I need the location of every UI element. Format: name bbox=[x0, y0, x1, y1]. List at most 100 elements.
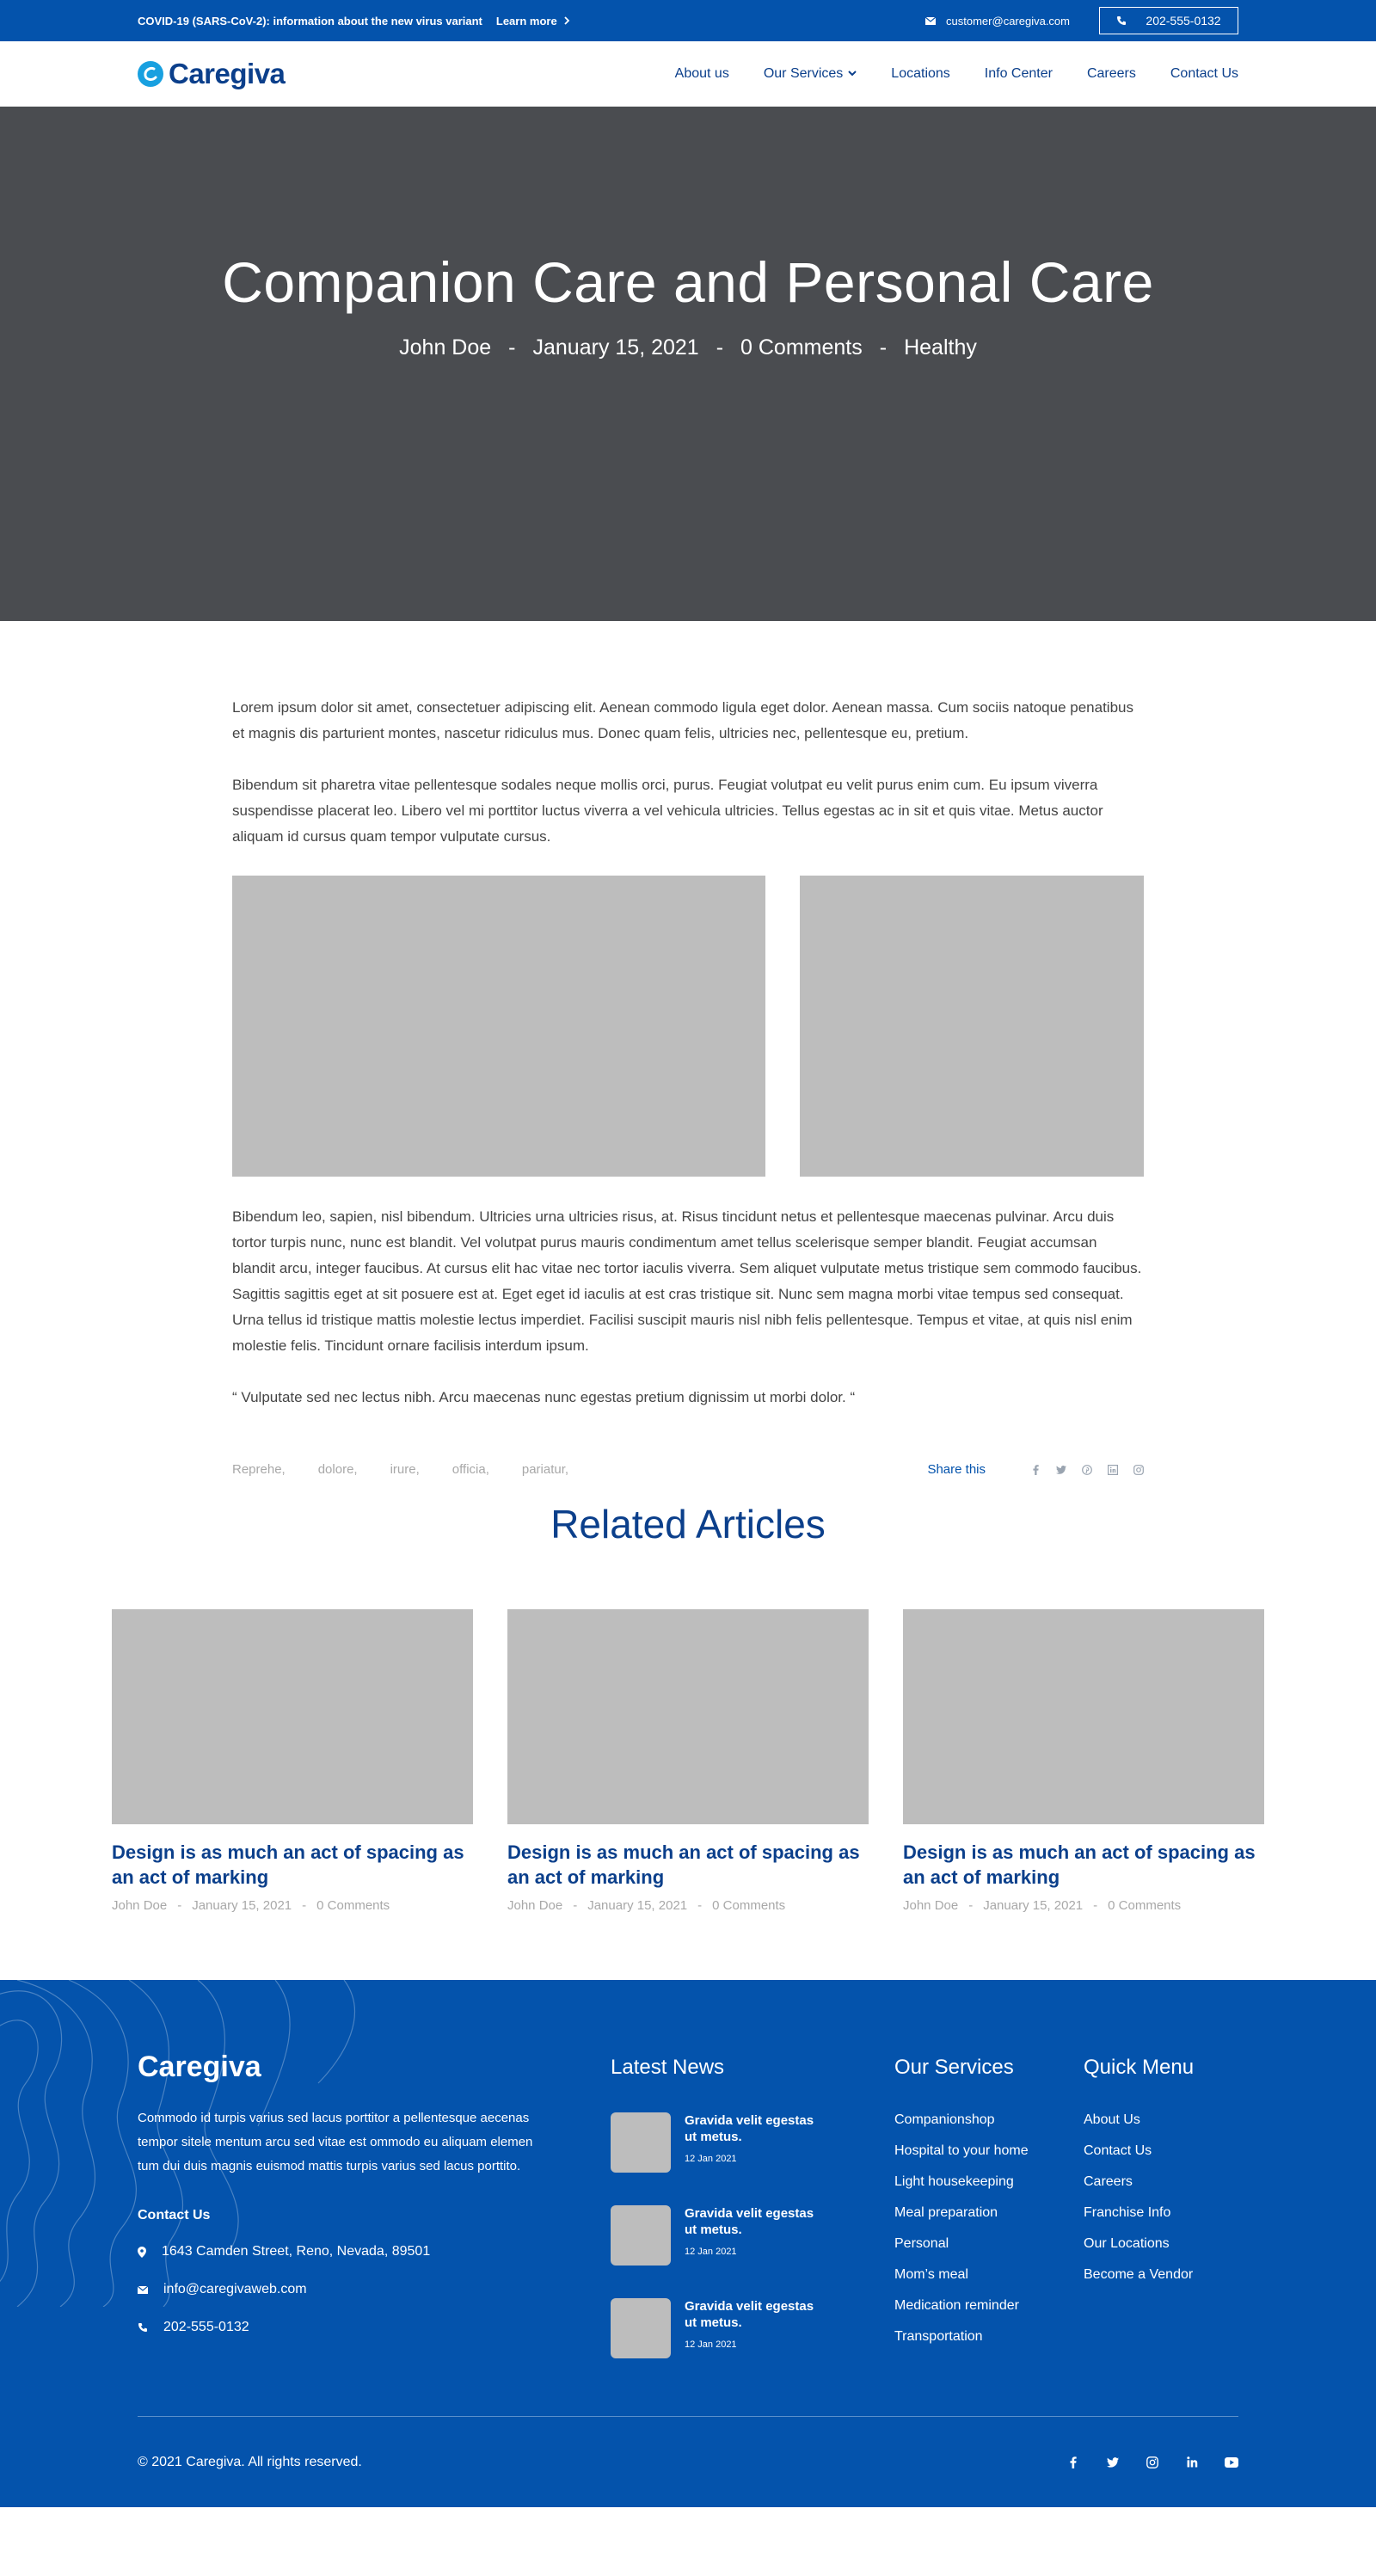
meta-separator: - bbox=[716, 335, 724, 360]
footer-menu-link[interactable]: Become a Vendor bbox=[1084, 2267, 1194, 2298]
footer-menu-link[interactable]: Careers bbox=[1084, 2174, 1194, 2205]
footer-service-link[interactable]: Meal preparation bbox=[894, 2205, 1084, 2236]
post-category[interactable]: Healthy bbox=[904, 335, 977, 360]
article-card-title[interactable]: Design is as much an act of spacing as a… bbox=[903, 1840, 1264, 1890]
footer-menu-title: Quick Menu bbox=[1084, 2056, 1195, 2079]
footer-email-text: info@caregivaweb.com bbox=[163, 2282, 307, 2296]
topbar-email[interactable]: customer@caregiva.com bbox=[925, 15, 1070, 28]
article-paragraph: Bibendum leo, sapien, nisl bibendum. Ult… bbox=[232, 1208, 1142, 1354]
pinterest-icon[interactable] bbox=[1082, 1464, 1092, 1475]
news-thumbnail bbox=[611, 2112, 671, 2173]
facebook-icon[interactable] bbox=[1030, 1464, 1041, 1475]
chevron-down-icon bbox=[848, 71, 857, 77]
envelope-icon bbox=[138, 2285, 148, 2294]
post-date: January 15, 2021 bbox=[532, 335, 699, 360]
footer-phone[interactable]: 202-555-0132 bbox=[138, 2318, 611, 2337]
article-paragraph: Bibendum sit pharetra vitae pellentesque… bbox=[232, 777, 1103, 845]
site-header: Caregiva About us Our Services Locations… bbox=[0, 41, 1376, 107]
news-title: Gravida velit egestas ut metus. bbox=[685, 2206, 814, 2237]
footer-service-link[interactable]: Companionshop bbox=[894, 2112, 1084, 2143]
article-card-date: January 15, 2021 bbox=[192, 1898, 292, 1913]
phone-icon bbox=[1116, 15, 1127, 26]
topbar-phone-text: 202-555-0132 bbox=[1146, 14, 1221, 28]
footer-contact-title: Contact Us bbox=[138, 2208, 211, 2222]
article-card-author: John Doe bbox=[112, 1898, 168, 1913]
nav-contact-us[interactable]: Contact Us bbox=[1170, 66, 1238, 82]
tag[interactable]: irure, bbox=[390, 1462, 420, 1477]
footer-menu-link[interactable]: Contact Us bbox=[1084, 2143, 1194, 2174]
tag[interactable]: Reprehe, bbox=[232, 1462, 286, 1477]
announcement: COVID-19 (SARS-CoV-2): information about… bbox=[138, 15, 570, 28]
twitter-icon[interactable] bbox=[1056, 1465, 1066, 1475]
hero-banner: Companion Care and Personal Care John Do… bbox=[0, 107, 1376, 621]
nav-about-us[interactable]: About us bbox=[675, 66, 729, 82]
envelope-icon bbox=[925, 16, 937, 25]
footer-menu-link[interactable]: Our Locations bbox=[1084, 2236, 1194, 2267]
nav-label: Careers bbox=[1086, 65, 1136, 81]
news-date: 12 Jan 2021 bbox=[685, 2247, 737, 2257]
nav-locations[interactable]: Locations bbox=[891, 66, 950, 82]
footer-address-text: 1643 Camden Street, Reno, Nevada, 89501 bbox=[162, 2244, 431, 2259]
footer-latest-news: Latest News Gravida velit egestas ut met… bbox=[611, 2050, 894, 2360]
related-articles: Related Articles Design is as much an ac… bbox=[0, 1501, 1376, 1913]
footer-service-link[interactable]: Light housekeeping bbox=[894, 2174, 1084, 2205]
facebook-icon[interactable] bbox=[1066, 2456, 1080, 2469]
footer-menu-link[interactable]: About Us bbox=[1084, 2112, 1194, 2143]
topbar-phone-button[interactable]: 202-555-0132 bbox=[1099, 7, 1238, 34]
nav-info-center[interactable]: Info Center bbox=[985, 66, 1053, 82]
instagram-icon[interactable] bbox=[1133, 1464, 1144, 1475]
post-author[interactable]: John Doe bbox=[399, 335, 491, 360]
article-card[interactable]: Design is as much an act of spacing as a… bbox=[507, 1609, 869, 1913]
footer-service-link[interactable]: Mom’s meal bbox=[894, 2267, 1084, 2298]
footer-address: 1643 Camden Street, Reno, Nevada, 89501 bbox=[138, 2242, 611, 2261]
footer-service-link[interactable]: Medication reminder bbox=[894, 2298, 1084, 2329]
linkedin-icon[interactable] bbox=[1108, 1464, 1118, 1475]
footer-email[interactable]: info@caregivaweb.com bbox=[138, 2280, 611, 2299]
twitter-icon[interactable] bbox=[1106, 2456, 1120, 2469]
article-card-meta: John Doe - January 15, 2021- 0 Comments bbox=[507, 1898, 869, 1913]
post-comments[interactable]: 0 Comments bbox=[740, 335, 863, 360]
footer-service-link[interactable]: Transportation bbox=[894, 2329, 1084, 2360]
footer-services: Our Services Companionshop Hospital to y… bbox=[894, 2050, 1084, 2360]
nav-label: Contact Us bbox=[1170, 65, 1238, 81]
logo-text: Caregiva bbox=[169, 57, 286, 89]
social-links bbox=[1066, 2456, 1238, 2469]
learn-more-link[interactable]: Learn more bbox=[496, 15, 570, 28]
news-title: Gravida velit egestas ut metus. bbox=[685, 2113, 814, 2144]
nav-our-services[interactable]: Our Services bbox=[764, 66, 857, 82]
tag[interactable]: officia, bbox=[452, 1462, 489, 1477]
footer-menu-link[interactable]: Franchise Info bbox=[1084, 2205, 1194, 2236]
news-item[interactable]: Gravida velit egestas ut metus. 12 Jan 20… bbox=[611, 2205, 894, 2266]
article-card-comments: 0 Comments bbox=[316, 1898, 390, 1913]
footer-logo[interactable]: Caregiva bbox=[138, 2050, 611, 2084]
meta-separator: - bbox=[1093, 1898, 1098, 1913]
article-card[interactable]: Design is as much an act of spacing as a… bbox=[903, 1609, 1264, 1913]
footer-bottom-bar: © 2021 Caregiva. All rights reserved. bbox=[138, 2416, 1238, 2507]
article-card-author: John Doe bbox=[507, 1898, 563, 1913]
article-card-title[interactable]: Design is as much an act of spacing as a… bbox=[507, 1840, 869, 1890]
news-item[interactable]: Gravida velit egestas ut metus. 12 Jan 20… bbox=[611, 2112, 894, 2173]
footer-quick-menu: Quick Menu About Us Contact Us Careers F… bbox=[1084, 2050, 1194, 2360]
logo[interactable]: Caregiva bbox=[138, 57, 286, 90]
footer-about-text: Commodo id turpis varius sed lacus portt… bbox=[138, 2111, 533, 2173]
footer-service-link[interactable]: Hospital to your home bbox=[894, 2143, 1084, 2174]
article-card-title[interactable]: Design is as much an act of spacing as a… bbox=[112, 1840, 473, 1890]
instagram-icon[interactable] bbox=[1146, 2456, 1159, 2469]
meta-separator: - bbox=[302, 1898, 307, 1913]
news-item[interactable]: Gravida velit egestas ut metus. 12 Jan 20… bbox=[611, 2298, 894, 2358]
linkedin-icon[interactable] bbox=[1185, 2456, 1199, 2469]
tag[interactable]: dolore, bbox=[318, 1462, 358, 1477]
youtube-icon[interactable] bbox=[1225, 2456, 1238, 2469]
topbar-email-text: customer@caregiva.com bbox=[946, 14, 1070, 28]
footer-service-link[interactable]: Personal bbox=[894, 2236, 1084, 2267]
nav-label: Our Services bbox=[763, 65, 844, 81]
share-bar: Share this bbox=[927, 1462, 1144, 1477]
article-card[interactable]: Design is as much an act of spacing as a… bbox=[112, 1609, 473, 1913]
tag[interactable]: pariatur, bbox=[522, 1462, 568, 1477]
copyright: © 2021 Caregiva. All rights reserved. bbox=[138, 2454, 362, 2469]
article-body: Lorem ipsum dolor sit amet, consectetuer… bbox=[232, 621, 1144, 1477]
nav-careers[interactable]: Careers bbox=[1087, 66, 1136, 82]
article-gallery bbox=[232, 876, 1144, 1177]
logo-mark-icon bbox=[138, 60, 163, 87]
post-meta: John Doe - January 15, 2021 - 0 Comments… bbox=[399, 335, 977, 360]
